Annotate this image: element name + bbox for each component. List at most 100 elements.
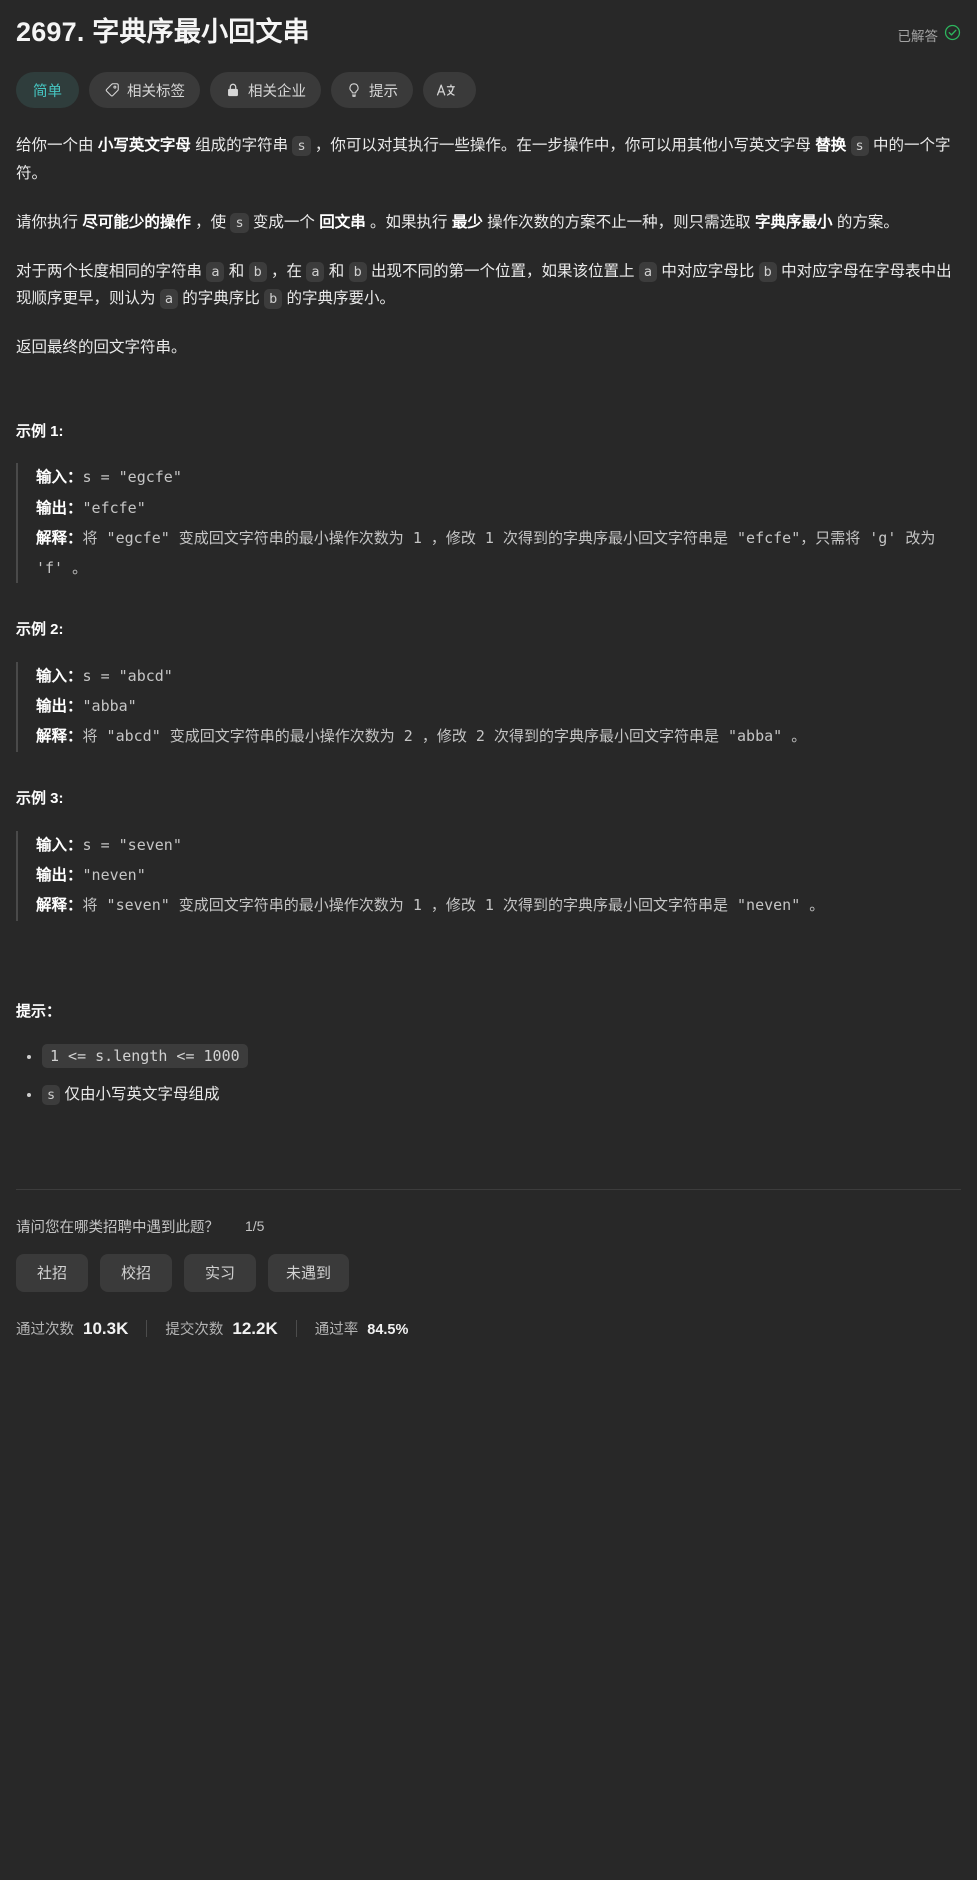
example-explain-value: 将 "seven" 变成回文字符串的最小操作次数为 1 ，修改 1 次得到的字典… [82, 895, 825, 914]
inline-code-b: b [758, 261, 777, 282]
desc-p2-a: 请你执行 [16, 213, 83, 231]
inline-code-a: a [159, 288, 178, 309]
example-output-value: "efcfe" [82, 498, 146, 517]
example-explain-value: 将 "abcd" 变成回文字符串的最小操作次数为 2 ，修改 2 次得到的字典序… [82, 727, 807, 746]
inline-code-a: a [206, 261, 225, 282]
example-input-value: s = "abcd" [82, 666, 173, 685]
description-paragraph-4: 返回最终的回文字符串。 [16, 339, 187, 357]
constraints-list: 1 <= s.length <= 1000 s 仅由小写英文字母组成 [16, 1041, 961, 1111]
problem-description: 给你一个由 小写英文字母 组成的字符串 s ，你可以对其执行一些操作。在一步操作… [16, 132, 961, 1111]
constraint-text: 仅由小写英文字母组成 [60, 1086, 220, 1104]
desc-p1-c: 组成的字符串 [190, 137, 293, 155]
difficulty-label: 简单 [33, 83, 62, 100]
desc-p1-bold-1: 小写英文字母 [97, 137, 191, 155]
inline-code-b: b [248, 261, 267, 282]
stat-label: 提交次数 [165, 1321, 224, 1338]
page-title: 2697. 字典序最小回文串 [16, 17, 310, 47]
problem-page: 2697. 字典序最小回文串 已解答 简单 相关标签 相关企业 提示 给你一个由… [0, 0, 977, 1880]
example-1-heading: 示例 1: [16, 423, 64, 441]
tag-icon [104, 82, 120, 98]
example-output-label: 输出： [36, 866, 83, 884]
stat-divider [146, 1319, 148, 1337]
hints-button[interactable]: 提示 [331, 72, 413, 109]
desc-p3-d: 和 [324, 262, 349, 280]
inline-code-s: s [850, 136, 869, 157]
difficulty-badge[interactable]: 简单 [16, 72, 79, 109]
desc-p1-bold-2: 替换 [815, 137, 847, 155]
poll-options: 社招 校招 实习 未遇到 [16, 1253, 961, 1292]
description-paragraph-1: 给你一个由 小写英文字母 组成的字符串 s ，你可以对其执行一些操作。在一步操作… [16, 132, 961, 186]
poll-question: 请问您在哪类招聘中遇到此题？ [16, 1219, 219, 1236]
example-explain-label: 解释： [36, 896, 83, 914]
example-explain-value: 将 "egcfe" 变成回文字符串的最小操作次数为 1 ，修改 1 次得到的字典… [36, 528, 945, 578]
inline-code-b: b [264, 288, 283, 309]
example-input-value: s = "seven" [82, 835, 182, 854]
example-output-value: "abba" [82, 696, 137, 715]
stat-submissions[interactable]: 提交次数 12.2K [165, 1318, 277, 1339]
constraints-heading: 提示： [16, 1003, 62, 1021]
example-input-label: 输入： [36, 836, 83, 854]
lightbulb-icon [346, 82, 362, 98]
desc-p2-f: 。如果执行 [365, 213, 452, 231]
stat-value: 12.2K [232, 1318, 278, 1338]
list-item: 1 <= s.length <= 1000 [42, 1041, 961, 1073]
stat-acceptance-rate[interactable]: 通过率 84.5% [315, 1318, 409, 1339]
stat-value: 84.5% [367, 1321, 409, 1338]
desc-p3-a: 对于两个长度相同的字符串 [16, 262, 207, 280]
example-input-label: 输入： [36, 469, 83, 487]
desc-p1-d: ，你可以对其执行一些操作。在一步操作中，你可以用其他小写英文字母 [310, 137, 816, 155]
desc-p2-bold-4: 字典序最小 [755, 213, 833, 231]
list-item: s 仅由小写英文字母组成 [42, 1079, 961, 1111]
related-tags-button[interactable]: 相关标签 [89, 72, 200, 109]
translate-button[interactable] [423, 72, 476, 109]
example-3-block: 输入：s = "seven" 输出："neven" 解释：将 "seven" 变… [16, 830, 961, 922]
check-circle-icon [944, 24, 961, 46]
desc-p3-b: 和 [224, 262, 249, 280]
example-output-label: 输出： [36, 697, 83, 715]
stat-accepted[interactable]: 通过次数 10.3K [16, 1318, 128, 1339]
desc-p3-c: ，在 [266, 262, 307, 280]
poll-option-shezhao[interactable]: 社招 [16, 1253, 88, 1292]
related-companies-button[interactable]: 相关企业 [210, 72, 321, 109]
desc-p2-h: 操作次数的方案不止一种，则只需选取 [482, 213, 755, 231]
example-input-value: s = "egcfe" [82, 468, 182, 487]
example-explain-label: 解释： [36, 728, 83, 746]
description-paragraph-2: 请你执行 尽可能少的操作 ，使 s 变成一个 回文串 。如果执行 最少 操作次数… [16, 209, 961, 236]
problem-stats: 通过次数 10.3K 提交次数 12.2K 通过率 84.5% [16, 1318, 961, 1357]
desc-p2-c: ，使 [190, 213, 231, 231]
example-1-block: 输入：s = "egcfe" 输出："efcfe" 解释：将 "egcfe" 变… [16, 463, 961, 584]
stat-label: 通过次数 [16, 1321, 74, 1338]
stat-label: 通过率 [314, 1321, 359, 1338]
example-3-heading: 示例 3: [16, 790, 64, 808]
example-output-label: 输出： [36, 499, 83, 517]
inline-code-s: s [230, 212, 249, 233]
solved-label: 已解答 [897, 29, 939, 44]
example-2-heading: 示例 2: [16, 621, 64, 639]
desc-p3-i: 的字典序要小。 [282, 289, 396, 307]
stat-value: 10.3K [83, 1318, 129, 1338]
poll-counter: 1/5 [245, 1218, 265, 1235]
poll-option-weiyudao[interactable]: 未遇到 [268, 1253, 350, 1292]
lock-icon [225, 82, 241, 98]
desc-p2-bold-2: 回文串 [319, 213, 366, 231]
inline-code-a: a [306, 261, 325, 282]
constraint-code-length: 1 <= s.length <= 1000 [42, 1044, 248, 1069]
example-input-label: 输入： [36, 667, 83, 685]
poll-header: 请问您在哪类招聘中遇到此题？ 1/5 [16, 1216, 961, 1237]
description-paragraph-3: 对于两个长度相同的字符串 a 和 b ，在 a 和 b 出现不同的第一个位置，如… [16, 258, 961, 312]
poll-option-shixi[interactable]: 实习 [184, 1253, 256, 1292]
desc-p3-h: 的字典序比 [177, 289, 265, 307]
stat-divider [295, 1319, 297, 1337]
example-explain-label: 解释： [36, 529, 83, 547]
poll-option-xiaozhao[interactable]: 校招 [100, 1253, 172, 1292]
desc-p2-d: 变成一个 [248, 213, 320, 231]
inline-code-a: a [638, 261, 658, 282]
related-tags-label: 相关标签 [127, 83, 185, 100]
example-2-block: 输入：s = "abcd" 输出："abba" 解释：将 "abcd" 变成回文… [16, 661, 961, 753]
footer-divider [16, 1188, 961, 1190]
hints-label: 提示 [369, 83, 398, 100]
desc-p2-bold-1: 尽可能少的操作 [82, 213, 191, 231]
example-output-value: "neven" [82, 865, 146, 884]
tag-pill-row: 简单 相关标签 相关企业 提示 [16, 72, 961, 109]
status-badge: 已解答 [898, 14, 962, 46]
